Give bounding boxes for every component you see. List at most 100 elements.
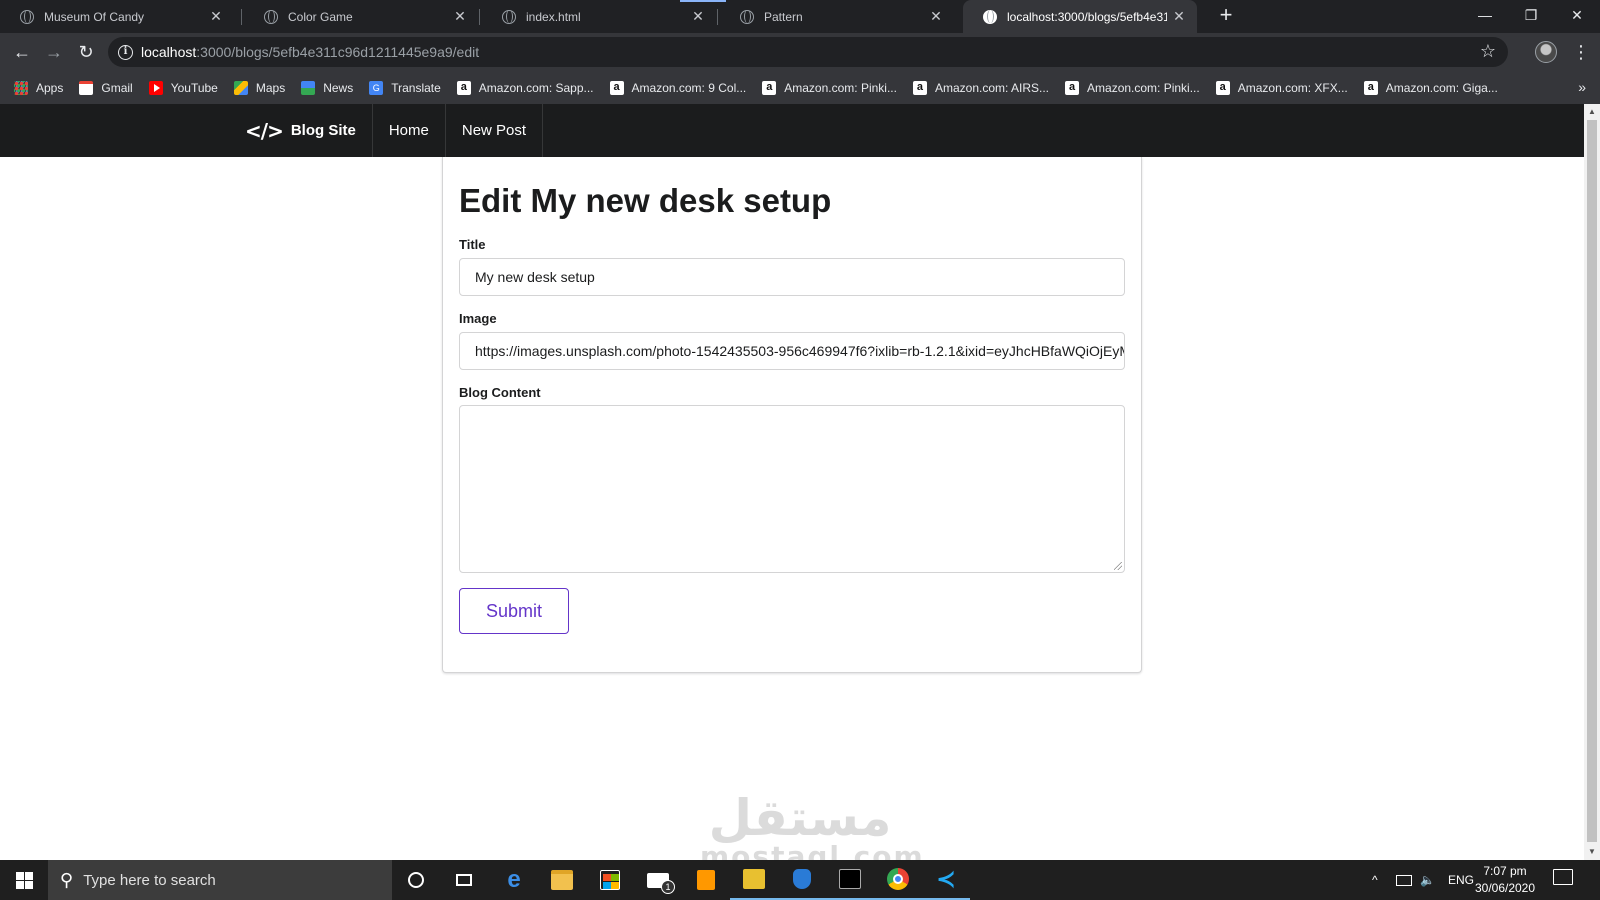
tab-color-game[interactable]: Color Game ✕ <box>244 0 478 33</box>
bookmark-label: Amazon.com: XFX... <box>1237 80 1348 95</box>
bookmark-translate[interactable]: G Translate <box>369 80 441 95</box>
bookmark-label: Amazon.com: Giga... <box>1385 80 1498 95</box>
bookmark-star-icon[interactable]: ☆ <box>1480 41 1496 62</box>
address-bar[interactable]: i localhost:3000/blogs/5efb4e311c96d1211… <box>108 37 1508 67</box>
menu-kebab-icon[interactable]: ⋮ <box>1572 40 1590 64</box>
taskbar-clock[interactable]: 7:07 pm 30/06/2020 <box>1470 863 1540 897</box>
page-title: Edit My new desk setup <box>459 182 832 219</box>
forward-button[interactable]: → <box>42 40 66 64</box>
amazon-icon: a <box>456 80 471 95</box>
browser-toolbar: ← → ↻ i localhost:3000/blogs/5efb4e311c9… <box>0 33 1600 71</box>
bookmark-gmail[interactable]: Gmail <box>79 80 133 95</box>
tab-title: Color Game <box>288 9 353 24</box>
reload-button[interactable]: ↻ <box>74 40 98 64</box>
bookmark-label: Amazon.com: Pinki... <box>784 80 897 95</box>
tray-chevron-up-icon[interactable]: ^ <box>1372 860 1378 900</box>
bookmark-maps[interactable]: Maps <box>233 80 286 95</box>
store-icon[interactable] <box>586 860 634 900</box>
bookmarks-bar: Apps Gmail YouTube Maps News G Translate … <box>0 71 1600 104</box>
back-button[interactable]: ← <box>10 40 34 64</box>
watermark-logo: مستقل mostaql.com <box>700 793 925 861</box>
terminal-icon[interactable] <box>826 860 874 900</box>
page-scrollbar[interactable]: ▲ ▼ <box>1584 104 1600 860</box>
bookmark-amazon[interactable]: a Amazon.com: Sapp... <box>456 80 594 95</box>
file-explorer-icon[interactable] <box>538 860 586 900</box>
close-icon[interactable]: ✕ <box>1167 8 1191 25</box>
image-label: Image <box>459 311 497 326</box>
network-icon[interactable] <box>1396 860 1412 900</box>
mail-icon[interactable]: 1 <box>634 860 682 900</box>
submit-button[interactable]: Submit <box>459 588 569 634</box>
bookmark-amazon[interactable]: a Amazon.com: Pinki... <box>1065 80 1200 95</box>
mail-badge: 1 <box>661 880 675 894</box>
cortana-icon[interactable] <box>392 860 440 900</box>
nav-home-link[interactable]: Home <box>373 104 446 157</box>
bookmark-apps[interactable]: Apps <box>14 80 64 95</box>
page-viewport: </> Blog Site Home New Post Edit My new … <box>0 104 1584 860</box>
window-close-button[interactable]: ✕ <box>1554 0 1600 30</box>
amazon-icon: a <box>762 80 777 95</box>
scrollbar-thumb[interactable] <box>1587 120 1597 842</box>
scroll-down-arrow-icon[interactable]: ▼ <box>1584 844 1600 860</box>
resize-handle-icon[interactable] <box>1114 562 1122 570</box>
tab-index-html[interactable]: index.html ✕ <box>482 0 716 33</box>
search-icon: ⚲ <box>60 869 74 890</box>
video-editor-icon[interactable] <box>730 860 778 900</box>
info-icon[interactable]: i <box>118 44 133 60</box>
scroll-up-arrow-icon[interactable]: ▲ <box>1584 104 1600 120</box>
tab-localhost-active[interactable]: localhost:3000/blogs/5efb4e311c ✕ <box>963 0 1197 33</box>
amazon-icon: a <box>1215 80 1230 95</box>
edit-form-card: Edit My new desk setup Title My new desk… <box>442 157 1142 673</box>
start-button[interactable] <box>0 860 48 900</box>
title-input[interactable]: My new desk setup <box>459 258 1125 296</box>
tab-title: Museum Of Candy <box>44 9 145 24</box>
bookmark-amazon[interactable]: a Amazon.com: 9 Col... <box>609 80 746 95</box>
tab-museum-of-candy[interactable]: Museum Of Candy ✕ <box>0 0 234 33</box>
close-icon[interactable]: ✕ <box>448 8 472 25</box>
globe-icon <box>264 9 278 24</box>
title-label: Title <box>459 237 486 252</box>
bookmark-label: Amazon.com: AIRS... <box>934 80 1050 95</box>
sublime-text-icon[interactable] <box>682 860 730 900</box>
chevron-double-right-icon[interactable]: » <box>1578 79 1586 95</box>
edge-icon[interactable]: e <box>490 860 538 900</box>
task-view-icon[interactable] <box>440 860 488 900</box>
bookmark-amazon[interactable]: a Amazon.com: Giga... <box>1363 80 1498 95</box>
notification-center-icon[interactable] <box>1553 869 1573 885</box>
chrome-icon[interactable] <box>874 860 922 900</box>
shield-icon[interactable] <box>778 860 826 900</box>
tab-title: index.html <box>526 9 581 24</box>
watermark-latin: mostaql.com <box>700 840 925 861</box>
bookmark-news[interactable]: News <box>301 80 353 95</box>
close-icon[interactable]: ✕ <box>204 8 228 25</box>
bookmark-amazon[interactable]: a Amazon.com: AIRS... <box>912 80 1050 95</box>
blog-content-label: Blog Content <box>459 385 541 400</box>
profile-avatar[interactable] <box>1535 41 1557 63</box>
minimize-button[interactable]: — <box>1462 0 1508 30</box>
windows-taskbar: ⚲ Type here to search e 1 ≺ ^ 🔈 ENG 7:07… <box>0 860 1600 900</box>
brand-link[interactable]: </> Blog Site <box>229 104 373 157</box>
close-icon[interactable]: ✕ <box>686 8 710 25</box>
bookmark-label: Translate <box>391 80 441 95</box>
taskbar-search-box[interactable]: ⚲ Type here to search <box>48 860 392 900</box>
bookmark-amazon[interactable]: a Amazon.com: Pinki... <box>762 80 897 95</box>
nav-new-post-link[interactable]: New Post <box>446 104 544 157</box>
blog-content-textarea[interactable] <box>459 405 1125 573</box>
bookmark-amazon[interactable]: a Amazon.com: XFX... <box>1215 80 1348 95</box>
url-path: :3000/blogs/5efb4e311c96d1211445e9a9/edi… <box>196 44 480 60</box>
new-tab-button[interactable]: + <box>1214 4 1238 28</box>
bookmark-label: Maps <box>255 80 286 95</box>
close-icon[interactable]: ✕ <box>924 8 948 25</box>
amazon-icon: a <box>1065 80 1080 95</box>
bookmark-label: Apps <box>36 80 64 95</box>
vscode-icon[interactable]: ≺ <box>922 860 970 900</box>
url-host: localhost <box>141 44 197 60</box>
volume-icon[interactable]: 🔈 <box>1420 860 1435 900</box>
amazon-icon: a <box>912 80 927 95</box>
tab-pattern[interactable]: Pattern ✕ <box>720 0 954 33</box>
bookmark-youtube[interactable]: YouTube <box>148 80 218 95</box>
restore-button[interactable]: ❐ <box>1508 0 1554 30</box>
image-url-input[interactable]: https://images.unsplash.com/photo-154243… <box>459 332 1125 370</box>
bookmark-label: Amazon.com: Pinki... <box>1087 80 1200 95</box>
bookmark-label: Gmail <box>101 80 133 95</box>
